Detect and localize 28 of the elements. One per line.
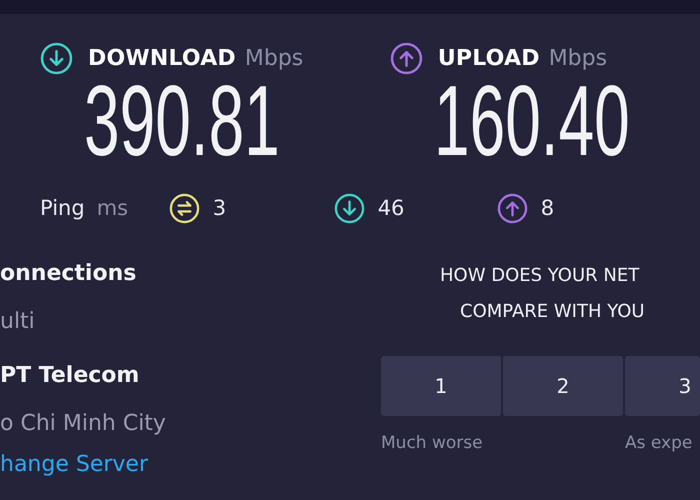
survey-question: COMPARE WITH YOU — [460, 300, 646, 324]
change-server-link[interactable]: hange Server — [0, 448, 148, 482]
speed-value: 390.81 — [84, 80, 280, 162]
server-location: o Chi Minh City — [0, 410, 166, 438]
down-arrow-circle-icon — [334, 192, 365, 224]
scale-label: As expe — [625, 433, 694, 453]
ping-label: Ping — [40, 196, 85, 220]
unit-label: Mbps — [548, 46, 608, 70]
connections-label: onnections — [0, 260, 136, 288]
up-arrow-circle-icon — [390, 42, 423, 74]
connections-value: ulti — [0, 308, 35, 336]
latency-value: 3 — [212, 196, 226, 220]
down-arrow-circle-icon — [40, 42, 73, 74]
unit-label: ms — [96, 196, 130, 220]
up-arrow-circle-icon — [496, 192, 528, 224]
rating-button[interactable]: 1 — [381, 356, 501, 416]
metric-label: DOWNLOAD — [88, 46, 236, 70]
latency-value: 8 — [540, 196, 554, 220]
unit-label: Mbps — [244, 46, 304, 70]
scale-label: Much worse — [381, 433, 484, 453]
latency-value: 46 — [378, 196, 404, 220]
metric-label: UPLOAD — [438, 46, 540, 70]
rating-button[interactable]: 2 — [503, 356, 623, 416]
survey-question: HOW DOES YOUR NET — [440, 264, 640, 288]
speed-value: 160.40 — [434, 80, 630, 162]
rating-button[interactable]: 3 — [625, 356, 700, 416]
swap-arrows-circle-icon — [168, 192, 200, 224]
server-name: PT Telecom — [0, 362, 140, 390]
